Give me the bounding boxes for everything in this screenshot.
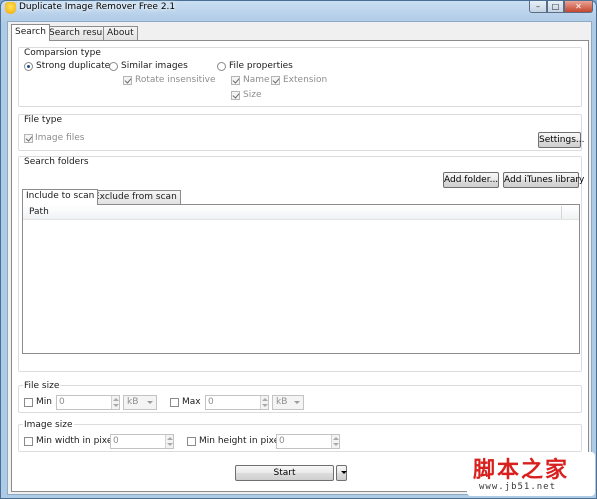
file-type-group: File type Image files Settings...: [18, 114, 585, 151]
settings-button[interactable]: Settings...: [538, 132, 585, 148]
tab-about[interactable]: About: [103, 26, 138, 40]
max-size-spinner[interactable]: [260, 396, 268, 409]
tab-include-to-scan[interactable]: Include to scan: [22, 189, 99, 205]
similar-images-label[interactable]: Similar images: [121, 61, 188, 71]
min-height-label[interactable]: Min height in pixel: [199, 436, 282, 446]
size-label: Size: [243, 90, 262, 100]
file-type-title: File type: [23, 115, 64, 125]
client-area: Search Search result About Comparsion ty…: [7, 21, 592, 495]
min-size-unit: kB: [127, 397, 139, 407]
min-width-checkbox[interactable]: [24, 437, 33, 446]
min-size-unit-select[interactable]: kB: [123, 395, 157, 410]
search-tab-panel: Comparsion type Strong duplicate Similar…: [11, 40, 589, 492]
min-height-value: 0: [279, 436, 285, 446]
add-folder-button[interactable]: Add folder...: [443, 172, 499, 188]
image-files-checkbox[interactable]: [24, 134, 33, 143]
max-size-input[interactable]: 0: [205, 395, 269, 410]
watermark-text: 脚本之家: [473, 457, 570, 483]
min-height-checkbox[interactable]: [187, 437, 196, 446]
max-size-value: 0: [208, 397, 214, 407]
min-width-label[interactable]: Min width in pixel: [36, 436, 115, 446]
chevron-down-icon: [341, 471, 347, 474]
strong-duplicate-label[interactable]: Strong duplicate: [36, 61, 110, 71]
chevron-down-icon: [147, 401, 153, 404]
image-size-title: Image size: [23, 420, 74, 430]
extension-checkbox[interactable]: [271, 76, 280, 85]
strong-duplicate-radio[interactable]: [24, 62, 33, 71]
file-properties-radio[interactable]: [217, 62, 226, 71]
max-size-label[interactable]: Max: [182, 397, 201, 407]
min-size-checkbox[interactable]: [24, 398, 33, 407]
min-size-value: 0: [59, 397, 65, 407]
start-options-dropdown[interactable]: [336, 465, 347, 481]
max-size-unit-select[interactable]: kB: [272, 395, 304, 410]
tab-exclude-from-scan[interactable]: Exclude from scan: [90, 190, 181, 204]
file-properties-label[interactable]: File properties: [229, 61, 293, 71]
min-size-spinner[interactable]: [111, 396, 119, 409]
app-logo-icon: [5, 2, 16, 14]
watermark: 脚本之家 www.jb51.net: [467, 452, 595, 496]
maximize-button[interactable]: □: [547, 1, 564, 13]
min-width-input[interactable]: 0: [110, 434, 174, 449]
minimize-button[interactable]: –: [529, 1, 547, 13]
name-checkbox[interactable]: [231, 76, 240, 85]
window-title: Duplicate Image Remover Free 2.1: [19, 2, 176, 12]
column-separator: [561, 206, 562, 219]
file-size-group: File size Min 0 kB Max 0 kB: [18, 381, 582, 413]
include-folders-list[interactable]: Path: [22, 204, 580, 354]
start-button[interactable]: Start: [235, 465, 334, 481]
rotate-insensitive-label: Rotate insensitive: [135, 75, 216, 85]
list-header: Path: [23, 205, 579, 220]
title-bar[interactable]: Duplicate Image Remover Free 2.1 – □ ✕: [1, 1, 596, 16]
min-size-input[interactable]: 0: [56, 395, 120, 410]
similar-images-radio[interactable]: [109, 62, 118, 71]
min-height-spinner[interactable]: [331, 435, 339, 448]
rotate-insensitive-checkbox[interactable]: [123, 76, 132, 85]
app-window: Duplicate Image Remover Free 2.1 – □ ✕ S…: [0, 0, 597, 499]
min-width-spinner[interactable]: [165, 435, 173, 448]
min-size-label[interactable]: Min: [36, 397, 52, 407]
comparison-type-title: Comparsion type: [23, 48, 102, 58]
comparison-type-group: Comparsion type Strong duplicate Similar…: [18, 47, 582, 107]
close-button[interactable]: ✕: [564, 1, 593, 13]
size-checkbox[interactable]: [231, 91, 240, 100]
tab-search[interactable]: Search: [11, 24, 50, 41]
max-size-unit: kB: [276, 397, 288, 407]
search-folders-title: Search folders: [23, 157, 90, 167]
search-folders-group: Search folders Add folder... Add iTunes …: [18, 156, 584, 372]
min-width-value: 0: [113, 436, 119, 446]
min-height-input[interactable]: 0: [276, 434, 340, 449]
file-size-title: File size: [23, 381, 61, 391]
name-label: Name: [243, 75, 270, 85]
max-size-checkbox[interactable]: [170, 398, 179, 407]
image-files-label: Image files: [35, 133, 85, 143]
path-column-header[interactable]: Path: [29, 207, 49, 217]
image-size-group: Image size Min width in pixel 0 Min heig…: [18, 420, 582, 452]
extension-label: Extension: [283, 75, 328, 85]
watermark-url: www.jb51.net: [479, 482, 557, 492]
add-itunes-library-button[interactable]: Add iTunes library: [503, 172, 584, 188]
chevron-down-icon: [294, 401, 300, 404]
